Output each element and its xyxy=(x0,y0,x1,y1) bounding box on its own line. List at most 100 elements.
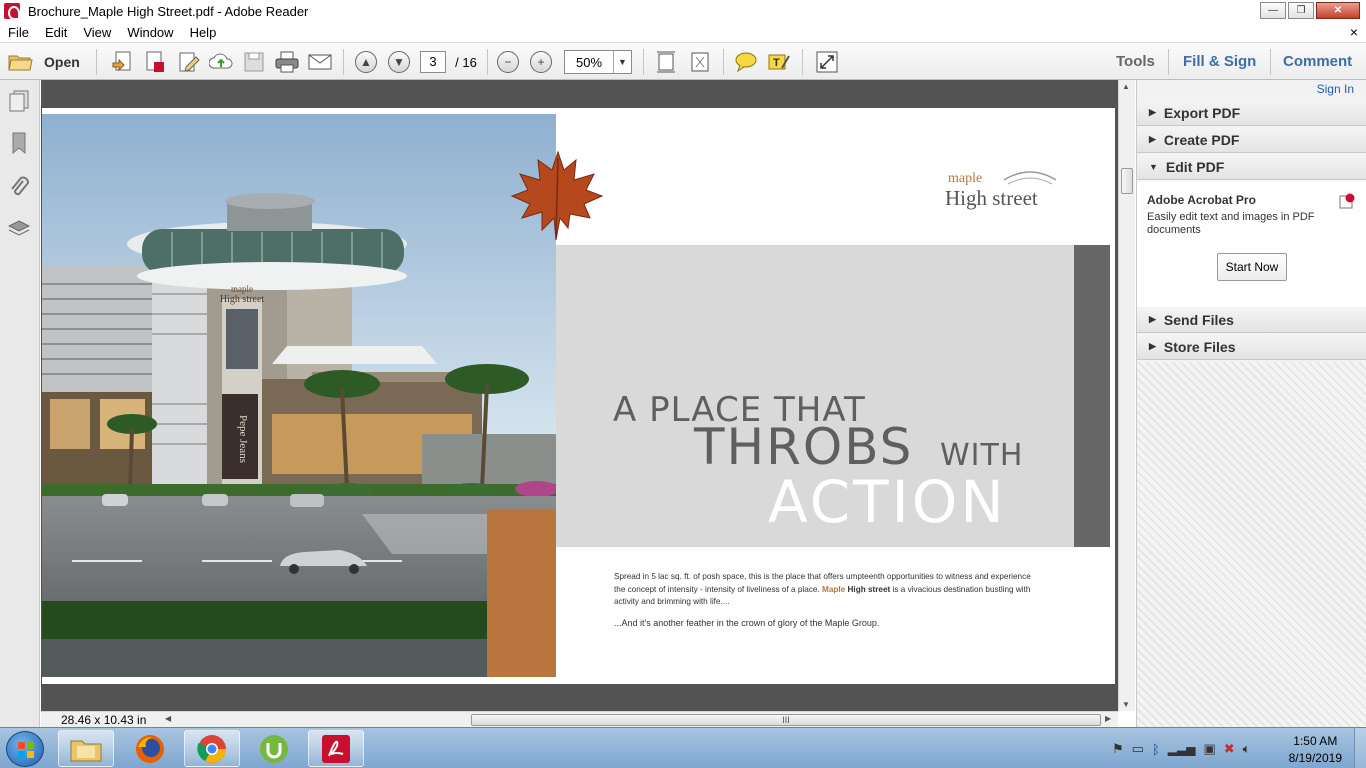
arrow-down-icon: ▼ xyxy=(388,51,410,73)
sign-in-link[interactable]: Sign In xyxy=(1317,82,1354,96)
email-button[interactable] xyxy=(307,50,333,74)
save-button[interactable] xyxy=(242,50,266,74)
clock-time: 1:50 AM xyxy=(1293,734,1338,748)
show-desktop-button[interactable] xyxy=(1354,728,1366,768)
separator xyxy=(1270,49,1271,75)
minus-icon: − xyxy=(497,51,519,73)
start-button[interactable] xyxy=(6,731,44,767)
menu-window[interactable]: Window xyxy=(119,25,181,40)
tools-tab[interactable]: Tools xyxy=(1116,53,1155,70)
bookmarks-icon[interactable] xyxy=(8,132,30,155)
building-sign-small: maple xyxy=(231,284,253,294)
zoom-out-button[interactable]: − xyxy=(496,50,520,74)
volume-icon[interactable]: 🔈︎ xyxy=(1243,741,1251,757)
store-sign-text: Pepe Jeans xyxy=(237,415,249,463)
full-screen-button[interactable] xyxy=(814,50,840,74)
separator xyxy=(343,49,344,75)
firefox-taskbar-button[interactable] xyxy=(122,730,178,767)
convert-pdf-tool[interactable] xyxy=(143,50,167,74)
dark-band xyxy=(1074,245,1110,547)
export-pdf-section[interactable]: ▶ Export PDF xyxy=(1137,100,1366,126)
scroll-down-arrow-icon[interactable]: ▼ xyxy=(1122,700,1130,709)
expand-triangle-icon: ▶ xyxy=(1149,341,1156,351)
utorrent-icon xyxy=(260,734,288,763)
building-photo: maple High street Pepe Jeans xyxy=(42,114,556,677)
window-title: Brochure_Maple High Street.pdf - Adobe R… xyxy=(28,3,309,19)
fill-sign-tab[interactable]: Fill & Sign xyxy=(1183,53,1256,70)
file-explorer-taskbar-button[interactable] xyxy=(58,730,114,767)
menu-file[interactable]: File xyxy=(0,25,37,40)
save-icon xyxy=(244,52,264,72)
clock[interactable]: 1:50 AM 8/19/2019 xyxy=(1289,733,1342,767)
utorrent-taskbar-button[interactable] xyxy=(246,730,302,767)
separator xyxy=(723,49,724,75)
attachments-icon[interactable] xyxy=(8,176,30,198)
sticky-note-button[interactable] xyxy=(734,50,758,74)
status-bar: 28.46 x 10.43 in ◀ III ▶ xyxy=(41,711,1118,727)
fit-width-button[interactable] xyxy=(654,50,678,74)
minimize-button[interactable]: — xyxy=(1260,2,1286,19)
body-brand-maple: Maple xyxy=(822,584,846,594)
monitor-icon[interactable]: ▭ xyxy=(1132,741,1144,757)
highlight-text-button[interactable]: T xyxy=(767,50,791,74)
action-center-icon[interactable]: ⚑ xyxy=(1112,741,1124,757)
scroll-up-arrow-icon[interactable]: ▲ xyxy=(1122,82,1130,91)
close-document-button[interactable]: × xyxy=(1350,24,1358,40)
restore-button[interactable]: ❐ xyxy=(1288,2,1314,19)
scroll-left-arrow-icon[interactable]: ◀ xyxy=(165,714,171,723)
send-files-section[interactable]: ▶ Send Files xyxy=(1137,307,1366,333)
edit-pdf-tool[interactable] xyxy=(177,50,201,74)
scroll-thumb[interactable] xyxy=(1121,168,1133,194)
separator xyxy=(96,49,97,75)
taskbar: ⚑ ▭ ᛒ ▂▃▅ ▣ ✖ 🔈︎ 1:50 AM 8/19/2019 xyxy=(0,727,1366,768)
create-pdf-section[interactable]: ▶ Create PDF xyxy=(1137,127,1366,153)
layers-icon[interactable] xyxy=(7,218,31,240)
headline-line-4: ACTION xyxy=(768,468,1007,536)
chrome-taskbar-button[interactable] xyxy=(184,730,240,767)
previous-page-button[interactable]: ▲ xyxy=(354,50,378,74)
chevron-down-icon[interactable]: ▼ xyxy=(613,51,631,73)
edit-pdf-label: Edit PDF xyxy=(1165,158,1225,175)
document-view[interactable]: maple High street Pepe Jeans maple High … xyxy=(41,80,1118,711)
store-files-section[interactable]: ▶ Store Files xyxy=(1137,334,1366,360)
folder-icon xyxy=(8,55,33,71)
upload-tool[interactable] xyxy=(209,50,233,74)
title-bar: Brochure_Maple High Street.pdf - Adobe R… xyxy=(0,0,1366,22)
close-window-button[interactable]: ✕ xyxy=(1316,2,1360,19)
scroll-right-arrow-icon[interactable]: ▶ xyxy=(1105,714,1111,723)
zoom-select[interactable]: 50% ▼ xyxy=(563,50,633,74)
page-number-input[interactable]: 3 xyxy=(420,50,446,74)
create-pdf-tool[interactable] xyxy=(110,50,134,74)
print-button[interactable] xyxy=(274,50,300,74)
security-icon[interactable]: ▣ xyxy=(1203,741,1215,757)
page-thumbnails-icon[interactable] xyxy=(8,90,30,112)
horizontal-scroll-thumb[interactable]: III xyxy=(471,714,1101,726)
edit-pdf-section[interactable]: ▼ Edit PDF xyxy=(1137,154,1366,180)
open-button[interactable]: Open xyxy=(8,50,82,74)
body-closing-line: ...And it's another feather in the crown… xyxy=(614,618,880,628)
network-signal-icon[interactable]: ▂▃▅ xyxy=(1168,742,1196,756)
building-rendering: maple High street Pepe Jeans xyxy=(42,114,556,677)
bluetooth-icon[interactable]: ᛒ xyxy=(1152,742,1160,757)
flag-icon[interactable]: ✖ xyxy=(1224,741,1235,757)
send-files-label: Send Files xyxy=(1163,311,1234,328)
zoom-in-button[interactable]: + xyxy=(529,50,553,74)
fit-window-button[interactable] xyxy=(688,50,712,74)
menu-help[interactable]: Help xyxy=(182,25,225,40)
pdf-convert-icon xyxy=(146,51,164,72)
logo-swoosh-icon xyxy=(1003,171,1057,185)
maple-high-street-logo: maple High street xyxy=(942,166,1072,216)
building-sign-big: High street xyxy=(220,294,264,305)
vertical-scrollbar[interactable]: ▲ ▼ xyxy=(1118,80,1135,711)
separator xyxy=(487,49,488,75)
menu-edit[interactable]: Edit xyxy=(37,25,75,40)
next-page-button[interactable]: ▼ xyxy=(387,50,411,74)
adobe-reader-taskbar-button[interactable] xyxy=(308,730,364,767)
edit-document-icon xyxy=(179,52,200,72)
expand-triangle-icon: ▶ xyxy=(1149,314,1156,324)
start-now-button[interactable]: Start Now xyxy=(1217,253,1287,281)
comment-tab[interactable]: Comment xyxy=(1283,53,1352,70)
menu-view[interactable]: View xyxy=(75,25,119,40)
arrow-up-icon: ▲ xyxy=(355,51,377,73)
maple-leaf-image xyxy=(510,150,604,241)
